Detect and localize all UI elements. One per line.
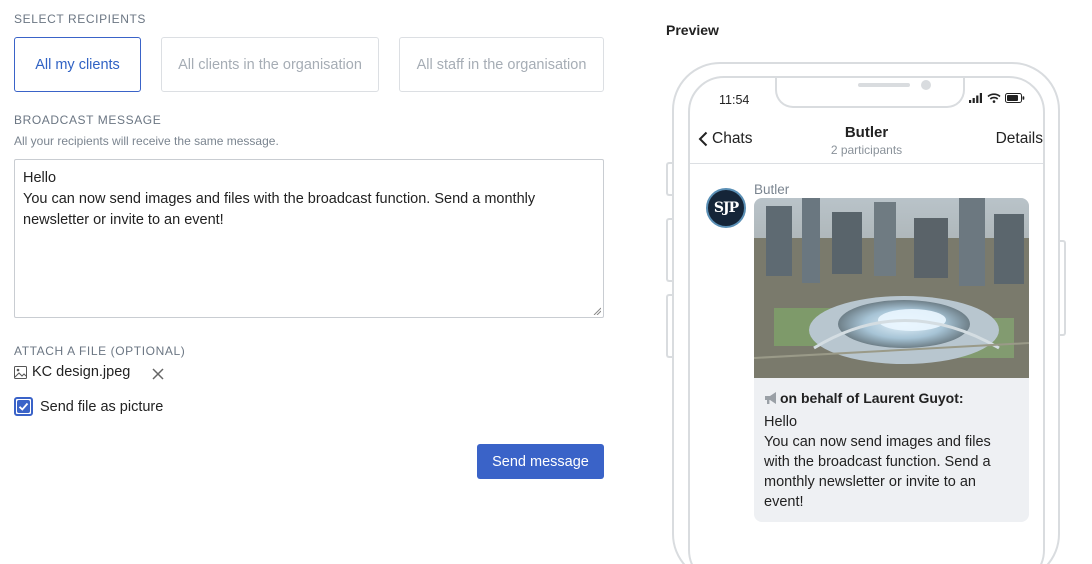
select-recipients-label: SELECT RECIPIENTS (14, 12, 147, 26)
on-behalf-text: on behalf of Laurent Guyot: (780, 390, 964, 406)
avatar: SJP (706, 188, 746, 228)
send-as-picture-row[interactable]: Send file as picture (14, 397, 163, 416)
recipient-option-all-clients-in-organisation[interactable]: All clients in the organisation (161, 37, 379, 92)
phone-speaker (858, 83, 910, 87)
preview-message-line: You can now send images and files (764, 434, 991, 450)
recipient-option-all-my-clients[interactable]: All my clients (14, 37, 141, 92)
wifi-icon (987, 93, 1001, 103)
details-link[interactable]: Details (996, 130, 1043, 148)
phone-camera (921, 80, 931, 90)
broadcast-hint: All your recipients will receive the sam… (14, 134, 279, 148)
battery-icon (1005, 93, 1025, 103)
image-icon (14, 365, 27, 379)
recipient-option-all-staff-in-organisation[interactable]: All staff in the organisation (399, 37, 604, 92)
attached-file: KC design.jpeg (14, 364, 130, 380)
preview-message-line: Hello (764, 414, 798, 430)
attach-file-label: ATTACH A FILE (OPTIONAL) (14, 344, 186, 358)
chat-title: Butler (844, 124, 889, 141)
chat-participants: 2 participants (830, 143, 903, 157)
chat-header: Chats Butler 2 participants Details (690, 122, 1043, 164)
message-line: newsletter or invite to an event! (23, 212, 224, 228)
send-as-picture-checkbox[interactable] (14, 397, 33, 416)
message-sender: Butler (754, 182, 790, 197)
status-icons (969, 93, 1025, 103)
resize-grip-icon[interactable] (593, 307, 601, 315)
preview-message-line: monthly newsletter or invite to an (764, 474, 976, 490)
broadcast-message-label: BROADCAST MESSAGE (14, 113, 162, 127)
megaphone-icon (765, 392, 776, 404)
attached-file-name: KC design.jpeg (32, 364, 131, 380)
phone-screen: 11:54 Chats Butler 2 participants Detail… (688, 76, 1045, 564)
message-line: You can now send images and files with t… (23, 191, 536, 207)
preview-title: Preview (666, 22, 719, 38)
status-time: 11:54 (719, 93, 750, 107)
checkmark-icon (18, 402, 29, 411)
phone-side-button (1060, 240, 1066, 336)
send-message-button[interactable]: Send message (477, 444, 604, 479)
attached-image-preview (754, 198, 1029, 378)
signal-icon (969, 93, 982, 103)
preview-message-line: with the broadcast function. Send a (764, 454, 991, 470)
send-as-picture-label: Send file as picture (40, 398, 164, 415)
on-behalf-line: on behalf of Laurent Guyot: (764, 388, 1019, 408)
phone-notch (775, 78, 965, 108)
message-bubble: on behalf of Laurent Guyot: Hello You ca… (754, 198, 1029, 522)
remove-file-icon[interactable] (151, 367, 165, 381)
message-text: on behalf of Laurent Guyot: Hello You ca… (764, 388, 1019, 512)
message-line: Hello (23, 170, 57, 186)
preview-message-line: event! (764, 494, 804, 510)
broadcast-message-textarea[interactable]: Hello You can now send images and files … (14, 159, 604, 318)
